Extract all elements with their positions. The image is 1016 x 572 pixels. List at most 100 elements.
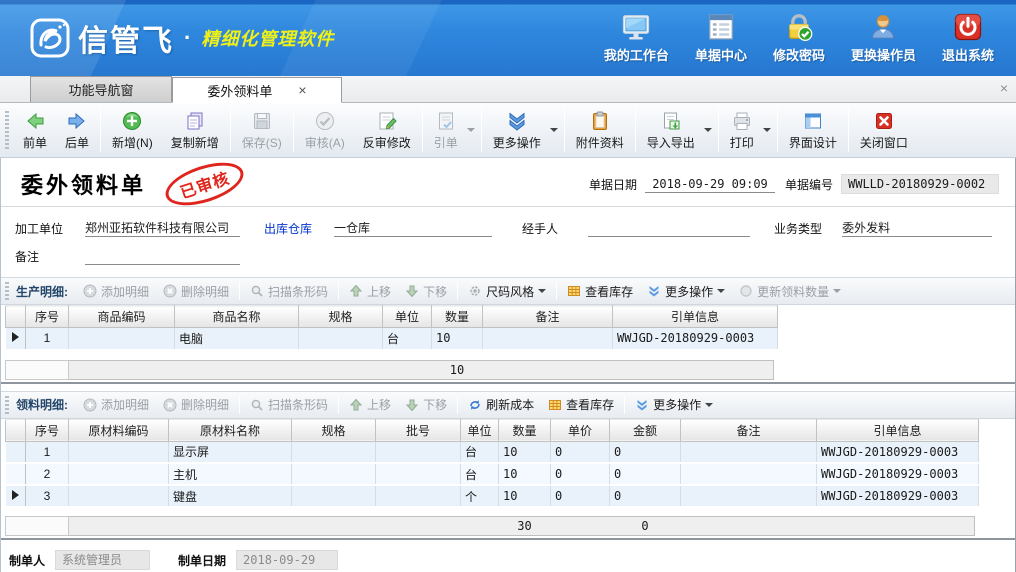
- more-actions-button[interactable]: 更多操作: [640, 283, 732, 300]
- ui-design-button[interactable]: 界面设计: [780, 107, 846, 154]
- new-doc-button[interactable]: 新增(N): [103, 107, 162, 154]
- material-total-qty: 30: [499, 517, 551, 536]
- size-style-gear-icon: [468, 284, 482, 298]
- audit-button[interactable]: 审核(A): [296, 107, 354, 154]
- column-header[interactable]: 引单信息: [613, 306, 778, 328]
- move-down-button[interactable]: 下移: [398, 396, 454, 413]
- tab-outsource-requisition[interactable]: 委外领料单 ×: [172, 77, 342, 103]
- brand-separator: ·: [184, 25, 191, 51]
- toolbar-separator: [100, 108, 101, 152]
- column-header[interactable]: 规格: [299, 306, 383, 328]
- refresh-cost-button[interactable]: 刷新成本: [461, 396, 541, 413]
- column-header[interactable]: 序号: [26, 419, 69, 441]
- add-detail-button[interactable]: 添加明细: [76, 396, 156, 413]
- dropdown-caret-icon[interactable]: [538, 289, 546, 293]
- column-header[interactable]: 备注: [483, 306, 613, 328]
- warehouse-field[interactable]: 一仓库: [334, 219, 492, 237]
- unaudit-modify-button[interactable]: 反审修改: [354, 107, 420, 154]
- handler-field[interactable]: [588, 219, 750, 237]
- column-header[interactable]: 单位: [383, 306, 432, 328]
- audit-check-icon: [314, 110, 336, 132]
- column-header[interactable]: 商品名称: [175, 306, 299, 328]
- column-header[interactable]: 原材料编码: [69, 419, 169, 441]
- move-up-button[interactable]: 上移: [342, 283, 398, 300]
- attachments-button[interactable]: 附件资料: [567, 107, 633, 154]
- processor-field[interactable]: 郑州亚拓软件科技有限公司: [85, 219, 240, 237]
- production-grid-footer: 10: [5, 360, 774, 380]
- toolbar-grip-handle[interactable]: [5, 111, 9, 149]
- prev-doc-button[interactable]: 前单: [14, 107, 56, 154]
- dropdown-caret-icon[interactable]: [833, 289, 841, 293]
- move-down-button[interactable]: 下移: [398, 283, 454, 300]
- add-row-icon: [83, 284, 97, 298]
- warehouse-link[interactable]: 出库仓库: [264, 220, 312, 237]
- nav-document-center[interactable]: 单据中心: [695, 12, 747, 64]
- copy-new-button[interactable]: 复制新增: [162, 107, 228, 154]
- column-header[interactable]: 数量: [432, 306, 483, 328]
- scan-barcode-button[interactable]: 扫描条形码: [243, 283, 335, 300]
- table-row[interactable]: 2 主机 台 10 0 0 WWJGD-20180929-0003: [6, 463, 979, 485]
- column-header[interactable]: 商品编码: [69, 306, 175, 328]
- bill-date-field[interactable]: 2018-09-29 09:09: [645, 175, 775, 193]
- view-stock-button[interactable]: 查看库存: [541, 396, 621, 413]
- tab-function-navigator[interactable]: 功能导航窗: [30, 76, 172, 102]
- toolbar-separator: [848, 108, 849, 152]
- dropdown-caret-icon[interactable]: [467, 128, 475, 132]
- next-doc-button[interactable]: 后单: [56, 107, 98, 154]
- column-header[interactable]: 单价: [551, 419, 610, 441]
- column-header[interactable]: 引单信息: [817, 419, 979, 441]
- remark-field[interactable]: [85, 247, 240, 265]
- close-window-button[interactable]: 关闭窗口: [851, 107, 917, 154]
- material-section-label: 领料明细:: [16, 396, 68, 413]
- dropdown-caret-icon[interactable]: [717, 289, 725, 293]
- toolbar-grip-handle[interactable]: [5, 396, 9, 414]
- move-up-button[interactable]: 上移: [342, 396, 398, 413]
- delete-detail-button[interactable]: 删除明细: [156, 283, 236, 300]
- column-header[interactable]: 数量: [499, 419, 551, 441]
- print-button[interactable]: 打印: [721, 107, 763, 154]
- save-button[interactable]: 保存(S): [233, 107, 291, 154]
- audited-stamp: 已审核: [160, 154, 248, 213]
- more-actions-button[interactable]: 更多操作: [628, 396, 720, 413]
- tabstrip-close-icon[interactable]: ×: [1000, 81, 1008, 95]
- table-row[interactable]: 1 显示屏 台 10 0 0 WWJGD-20180929-0003: [6, 441, 979, 463]
- column-header[interactable]: 规格: [292, 419, 376, 441]
- import-export-button[interactable]: 导入导出: [638, 107, 704, 154]
- ref-doc-button[interactable]: 引单: [425, 107, 467, 154]
- size-style-button[interactable]: 尺码风格: [461, 283, 553, 300]
- nav-my-workbench[interactable]: 我的工作台: [604, 12, 669, 64]
- column-header[interactable]: 单位: [461, 419, 499, 441]
- row-marker-header: [6, 419, 26, 441]
- exit-power-icon: [953, 12, 983, 42]
- toolbar-grip-handle[interactable]: [5, 282, 9, 300]
- arrow-right-icon: [66, 110, 88, 132]
- scan-barcode-button[interactable]: 扫描条形码: [243, 396, 335, 413]
- dropdown-caret-icon[interactable]: [550, 128, 558, 132]
- column-header[interactable]: 金额: [610, 419, 681, 441]
- column-header[interactable]: 批号: [376, 419, 461, 441]
- table-row[interactable]: 3 键盘 个 10 0 0 WWJGD-20180929-0003: [6, 485, 979, 507]
- biz-type-field[interactable]: 委外发料: [842, 219, 992, 237]
- main-toolbar: 前单 后单 新增(N) 复制新增 保存(S) 审核(A) 反审修改: [0, 103, 1016, 158]
- view-stock-button[interactable]: 查看库存: [560, 283, 640, 300]
- print-icon: [731, 110, 753, 132]
- dropdown-caret-icon[interactable]: [763, 128, 771, 132]
- dropdown-caret-icon[interactable]: [704, 128, 712, 132]
- update-material-qty-button[interactable]: 更新领料数量: [732, 283, 848, 300]
- nav-switch-operator[interactable]: 更换操作员: [851, 12, 916, 64]
- tab-close-icon[interactable]: ×: [298, 83, 306, 97]
- toolbar-separator: [338, 282, 339, 300]
- delete-detail-button[interactable]: 删除明细: [156, 396, 236, 413]
- bill-no-field: WWLLD-20180929-0002: [841, 174, 999, 194]
- column-header[interactable]: 原材料名称: [169, 419, 292, 441]
- dropdown-caret-icon[interactable]: [705, 403, 713, 407]
- nav-change-password[interactable]: 修改密码: [773, 12, 825, 64]
- more-actions-button[interactable]: 更多操作: [484, 107, 550, 154]
- table-row[interactable]: 1 电脑 台 10 WWJGD-20180929-0003: [6, 328, 778, 350]
- nav-exit-system[interactable]: 退出系统: [942, 12, 994, 64]
- add-plus-icon: [121, 110, 143, 132]
- column-header[interactable]: 备注: [681, 419, 817, 441]
- column-header[interactable]: 序号: [26, 306, 69, 328]
- material-grid: 序号 原材料编码 原材料名称 规格 批号 单位 数量 单价 金额 备注 引单信息…: [5, 419, 979, 509]
- add-detail-button[interactable]: 添加明细: [76, 283, 156, 300]
